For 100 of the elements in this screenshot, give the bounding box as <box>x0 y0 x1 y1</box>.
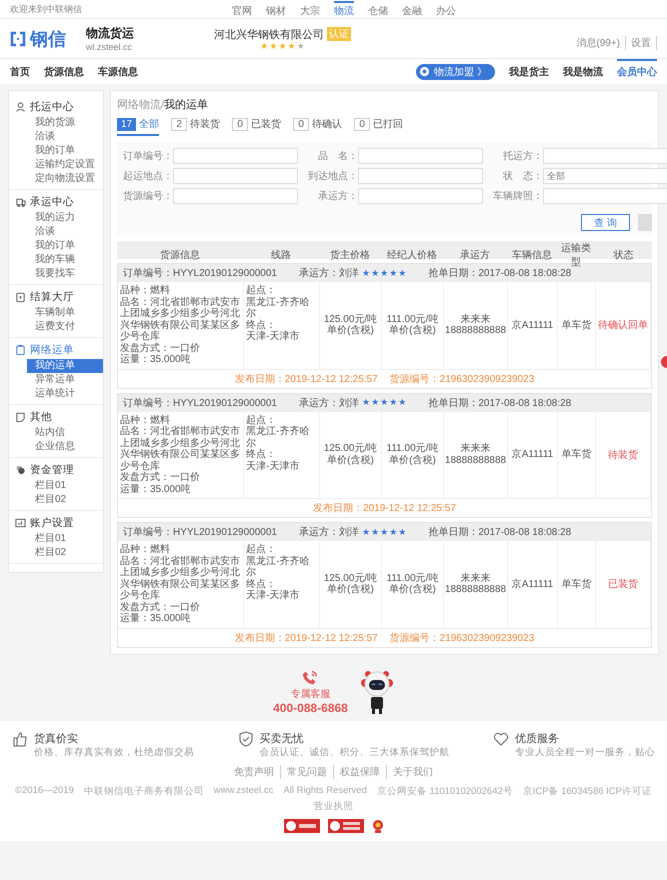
menu-group-title: 网络运单 <box>30 343 74 357</box>
menu-group-icon <box>15 291 26 303</box>
nav-link[interactable]: 车源信息 <box>98 59 138 84</box>
route-text: 起点： <box>246 414 277 426</box>
footer-link[interactable]: 关于我们 <box>386 764 433 778</box>
sidebar-item[interactable]: 栏目02 <box>27 493 103 507</box>
sidebar-item[interactable]: 我的运单 <box>27 359 103 373</box>
status-tab[interactable]: 0 已装货 <box>232 117 282 136</box>
logo-icon <box>10 30 26 46</box>
cargo-info: 品种：燃料 <box>120 544 171 556</box>
nav-link[interactable]: 我是货主 <box>509 59 549 84</box>
cargo-info: 品名：河北省邯郸市武安市上团城乡多少组多少号河北兴华钢铁有限公司某某区多少号仓库 <box>120 296 241 342</box>
footer-link[interactable]: 常见问题 <box>280 764 327 778</box>
heart-icon <box>493 730 509 746</box>
sidebar-item[interactable]: 异常运单 <box>27 373 103 387</box>
input-field[interactable] <box>173 148 298 164</box>
field-label: 品 名： <box>317 150 358 163</box>
phone-icon <box>301 668 320 686</box>
status-tab[interactable]: 2 待装货 <box>171 117 220 136</box>
top-link[interactable]: 仓储 <box>368 0 388 18</box>
input-field[interactable]: 全部 <box>543 168 667 184</box>
owner-price: 单价(含税) <box>327 325 374 337</box>
status-tab[interactable]: 17 全部 <box>117 117 160 136</box>
sidebar-item[interactable]: 定向物流设置 <box>27 172 103 186</box>
sidebar-item[interactable]: 我的货源 <box>27 116 103 130</box>
sidebar-item[interactable]: 洽谈 <box>27 225 103 239</box>
menu-group-title: 托运中心 <box>30 100 74 114</box>
copyright-text: 中联钢信电子商务有限公司 <box>84 784 204 798</box>
feature-title: 买卖无忧 <box>260 732 304 746</box>
verified-badge: 认证 <box>327 27 351 41</box>
nav-link[interactable]: 我是物流 <box>563 59 603 84</box>
route-text: 黑龙江-齐齐哈尔 <box>246 426 310 448</box>
sidebar-item[interactable]: 车辆制单 <box>27 306 103 320</box>
carrier-name: 承运方：刘洋 <box>298 526 359 539</box>
route-text: 天津-天津市 <box>246 331 300 342</box>
star-icon: ★ <box>389 528 398 536</box>
robot-mascot-drawing <box>360 668 394 714</box>
feature-title: 货真价实 <box>34 732 79 746</box>
nav-link[interactable]: 会员中心 <box>617 59 657 84</box>
carrier-name: 承运方：刘洋 <box>298 396 359 410</box>
sidebar-item[interactable]: 我的车辆 <box>27 253 103 267</box>
count-badge: 17 <box>117 118 136 130</box>
nav-link[interactable]: 货源信息 <box>44 59 84 84</box>
order-number: 订单编号：HYYL20190129000001 <box>123 396 277 410</box>
input-field[interactable] <box>173 188 298 204</box>
input-field[interactable] <box>358 148 483 164</box>
top-link[interactable]: 官网 <box>232 0 252 18</box>
star-icon: ★ <box>296 42 305 50</box>
field-label: 车辆牌照： <box>492 190 543 203</box>
sidebar-item[interactable]: 运费支付 <box>27 320 103 334</box>
top-link[interactable]: 钢材 <box>266 0 286 18</box>
sidebar-item[interactable]: 运输约定设置 <box>27 158 103 172</box>
sidebar-item[interactable]: 企业信息 <box>27 440 103 454</box>
star-icon: ★ <box>362 268 370 278</box>
cargo-info: 品名：河北省邯郸市武安市上团城乡多少组多少号河北兴华钢铁有限公司某某区多少号仓库 <box>120 556 241 602</box>
order-status: 已装货 <box>608 578 638 592</box>
sidebar-item[interactable]: 我的订单 <box>27 144 103 158</box>
top-link[interactable]: 大宗 <box>300 0 320 18</box>
input-field[interactable] <box>358 188 483 204</box>
input-field[interactable] <box>173 168 298 184</box>
status-tab[interactable]: 0 已打回 <box>354 117 404 136</box>
input-field[interactable] <box>358 168 483 184</box>
sidebar-item[interactable]: 栏目01 <box>27 532 103 546</box>
sidebar-item[interactable]: 栏目02 <box>27 546 103 560</box>
sidebar-item[interactable]: 我要找车 <box>27 267 103 281</box>
count-badge: 0 <box>232 118 248 130</box>
shield-check-icon <box>238 730 254 746</box>
top-link[interactable]: 办公 <box>436 0 456 18</box>
status-tab[interactable]: 0 待确认 <box>293 117 342 136</box>
feature-text: 价格、库存真实有效，杜绝虚假交易 <box>34 746 194 758</box>
menu-group-icon <box>15 196 26 208</box>
messages-link[interactable]: 消息(99+) <box>576 36 626 50</box>
top-link[interactable]: 金融 <box>402 0 422 18</box>
sidebar-item[interactable]: 运单统计 <box>27 387 103 401</box>
cargo-info: 运量：35.000吨 <box>120 484 192 495</box>
input-field[interactable] <box>543 148 667 164</box>
feature-title: 优质服务 <box>515 732 560 746</box>
column-header: 货源信息 <box>159 248 201 262</box>
reset-button[interactable] <box>638 214 652 231</box>
sidebar-item[interactable]: 我的订单 <box>27 239 103 253</box>
sidebar-item[interactable]: 洽谈 <box>27 130 103 144</box>
join-button[interactable]: 物流加盟 》 <box>416 64 495 80</box>
field-label: 承运方： <box>317 190 358 203</box>
nav-link[interactable]: 首页 <box>10 59 30 84</box>
column-header: 车辆信息 <box>511 248 553 262</box>
sidebar-item[interactable]: 站内信 <box>27 426 103 440</box>
field-label: 托运方： <box>502 150 543 163</box>
settings-link[interactable]: 设置 <box>631 36 657 50</box>
menu-group-title: 账户设置 <box>30 516 74 530</box>
copyright-text: ©2016—2019 <box>15 784 74 798</box>
search-button[interactable]: 查 询 <box>581 214 630 231</box>
carrier-info: 18888888888 <box>444 454 506 466</box>
input-field[interactable] <box>543 188 667 204</box>
field-label: 订单编号： <box>122 150 173 163</box>
field-label: 货源编号： <box>122 190 173 203</box>
certification-badge-icon <box>328 818 364 832</box>
copyright-text: www.zsteel.cc <box>214 784 274 798</box>
sidebar-item[interactable]: 我的运力 <box>27 211 103 225</box>
sidebar-item[interactable]: 栏目01 <box>27 479 103 493</box>
field-label: 状 态： <box>502 170 543 183</box>
